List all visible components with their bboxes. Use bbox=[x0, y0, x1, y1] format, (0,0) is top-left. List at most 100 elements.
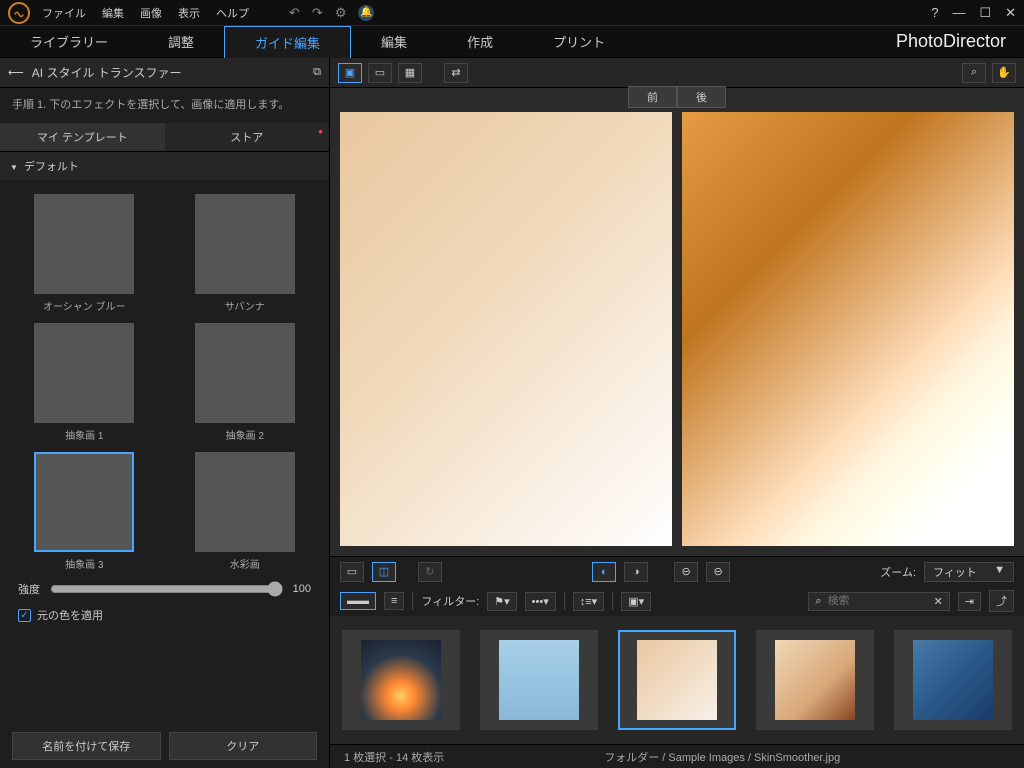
close-icon[interactable]: ✕ bbox=[1005, 5, 1016, 21]
film-thumb-2[interactable] bbox=[618, 630, 736, 730]
panel-subtabs: マイ テンプレート ストア● bbox=[0, 123, 329, 152]
tab-print[interactable]: プリント bbox=[523, 26, 635, 58]
preview-before-image[interactable] bbox=[340, 112, 672, 546]
view-controls: ▭ ◫ ↻ ◐ ◑ ⊖ ⊖ ズーム: フィット▼ bbox=[330, 556, 1024, 586]
save-as-button[interactable]: 名前を付けて保存 bbox=[12, 732, 161, 760]
section-default[interactable]: デフォルト bbox=[0, 152, 329, 180]
subtab-store[interactable]: ストア● bbox=[165, 123, 330, 151]
style-thumb-label: サバンナ bbox=[175, 298, 316, 313]
style-thumb-label: 抽象画 3 bbox=[14, 556, 155, 571]
export-icon[interactable]: ⇥ bbox=[958, 592, 981, 611]
zoom-select[interactable]: フィット▼ bbox=[924, 562, 1014, 582]
view-compare-icon[interactable]: ⇄ bbox=[444, 63, 468, 83]
orig-color-checkbox[interactable]: ✓ bbox=[18, 609, 31, 622]
preview-area: 前 後 bbox=[330, 88, 1024, 556]
style-thumb-2[interactable]: 抽象画 1 bbox=[14, 323, 155, 442]
search-box[interactable]: ⌕ ✕ bbox=[808, 592, 949, 611]
menu-image[interactable]: 画像 bbox=[140, 5, 162, 21]
pan-tool-icon[interactable]: ✋ bbox=[992, 63, 1016, 83]
status-selection: 1 枚選択 - 14 枚表示 bbox=[344, 749, 444, 765]
window-controls: ? — ☐ ✕ bbox=[931, 5, 1016, 21]
menu-view[interactable]: 表示 bbox=[178, 5, 200, 21]
filter-flag-icon[interactable]: ⚑▾ bbox=[487, 592, 516, 611]
style-thumb-4[interactable]: 抽象画 3 bbox=[14, 452, 155, 571]
layout-single-icon[interactable]: ▭ bbox=[340, 562, 364, 582]
menu-edit[interactable]: 編集 bbox=[102, 5, 124, 21]
view-fit-icon[interactable]: ▭ bbox=[368, 63, 392, 83]
minimize-icon[interactable]: — bbox=[952, 5, 965, 21]
preview-after-image[interactable] bbox=[682, 112, 1014, 546]
intensity-value: 100 bbox=[293, 583, 311, 595]
share-icon[interactable]: ⤴ bbox=[989, 590, 1014, 612]
compare-top-icon[interactable]: ⊖ bbox=[674, 562, 698, 582]
thumbsize-large-icon[interactable]: ▬▬ bbox=[340, 592, 376, 610]
sort-icon[interactable]: ↕≡▾ bbox=[573, 592, 604, 611]
menu-help[interactable]: ヘルプ bbox=[216, 5, 249, 21]
main-menu: ファイル 編集 画像 表示 ヘルプ bbox=[42, 5, 249, 21]
thumbsize-list-icon[interactable]: ≡ bbox=[384, 592, 404, 610]
compare-bottom-icon[interactable]: ⊖ bbox=[706, 562, 730, 582]
preview-panel: ▣ ▭ ▦ ⇄ ⌕ ✋ 前 後 ▭ ◫ ↻ ◐ ◑ ⊖ ⊖ bbox=[330, 58, 1024, 768]
mode-tabs: ライブラリー 調整 ガイド編集 編集 作成 プリント PhotoDirector bbox=[0, 26, 1024, 58]
tab-adjust[interactable]: 調整 bbox=[138, 26, 224, 58]
after-label: 後 bbox=[677, 86, 726, 108]
intensity-label: 強度 bbox=[18, 581, 40, 597]
back-icon[interactable]: ⟵ bbox=[8, 66, 24, 79]
status-path: フォルダー / Sample Images / SkinSmoother.jpg bbox=[604, 749, 840, 765]
quick-actions: ↶ ↷ ⚙ 🔔 bbox=[289, 5, 374, 21]
film-thumb-3[interactable] bbox=[756, 630, 874, 730]
film-thumb-4[interactable] bbox=[894, 630, 1012, 730]
tab-edit[interactable]: 編集 bbox=[351, 26, 437, 58]
filmstrip bbox=[330, 616, 1024, 744]
clear-button[interactable]: クリア bbox=[169, 732, 318, 760]
brand-label: PhotoDirector bbox=[896, 31, 1024, 52]
film-thumb-0[interactable] bbox=[342, 630, 460, 730]
title-bar: ファイル 編集 画像 表示 ヘルプ ↶ ↷ ⚙ 🔔 ? — ☐ ✕ bbox=[0, 0, 1024, 26]
style-thumb-0[interactable]: オーシャン ブルー bbox=[14, 194, 155, 313]
undo-icon[interactable]: ↶ bbox=[289, 5, 300, 21]
tab-create[interactable]: 作成 bbox=[437, 26, 523, 58]
filter-label: フィルター: bbox=[421, 593, 479, 609]
style-thumb-3[interactable]: 抽象画 2 bbox=[175, 323, 316, 442]
style-thumb-label: 抽象画 2 bbox=[175, 427, 316, 442]
clear-search-icon[interactable]: ✕ bbox=[934, 595, 943, 608]
instruction-text: 手順 1. 下のエフェクトを選択して、画像に適用します。 bbox=[0, 88, 329, 123]
style-thumb-label: オーシャン ブルー bbox=[14, 298, 155, 313]
help-icon[interactable]: ? bbox=[931, 5, 938, 21]
style-thumb-label: 水彩画 bbox=[175, 556, 316, 571]
search-icon: ⌕ bbox=[815, 595, 821, 608]
status-bar: 1 枚選択 - 14 枚表示 フォルダー / Sample Images / S… bbox=[330, 744, 1024, 768]
compare-side-icon[interactable]: ◐ bbox=[592, 562, 616, 582]
zoom-tool-icon[interactable]: ⌕ bbox=[962, 63, 986, 83]
layout-split-icon[interactable]: ◫ bbox=[372, 562, 396, 582]
app-logo bbox=[8, 2, 30, 24]
effects-panel: ⟵ AI スタイル トランスファー ⧉ 手順 1. 下のエフェクトを選択して、画… bbox=[0, 58, 330, 768]
filter-rating-icon[interactable]: •••▾ bbox=[525, 592, 556, 611]
film-thumb-1[interactable] bbox=[480, 630, 598, 730]
orig-color-label: 元の色を適用 bbox=[37, 607, 103, 623]
filter-bar: ▬▬ ≡ フィルター: ⚑▾ •••▾ ↕≡▾ ▣▾ ⌕ ✕ ⇥ ⤴ bbox=[330, 586, 1024, 616]
menu-file[interactable]: ファイル bbox=[42, 5, 86, 21]
settings-icon[interactable]: ⚙ bbox=[335, 5, 347, 21]
tab-guided[interactable]: ガイド編集 bbox=[224, 26, 351, 58]
compare-split-icon[interactable]: ◑ bbox=[624, 562, 648, 582]
popout-icon[interactable]: ⧉ bbox=[313, 66, 321, 79]
subtab-templates[interactable]: マイ テンプレート bbox=[0, 123, 165, 151]
panel-title: AI スタイル トランスファー bbox=[32, 64, 305, 81]
style-grid: オーシャン ブルー サバンナ抽象画 1 抽象画 2 抽象画 3 水彩画 bbox=[0, 180, 329, 575]
stack-icon[interactable]: ▣▾ bbox=[621, 592, 651, 611]
view-grid-icon[interactable]: ▦ bbox=[398, 63, 422, 83]
redo-icon[interactable]: ↷ bbox=[312, 5, 323, 21]
maximize-icon[interactable]: ☐ bbox=[979, 5, 991, 21]
style-thumb-label: 抽象画 1 bbox=[14, 427, 155, 442]
search-input[interactable] bbox=[828, 595, 928, 607]
style-thumb-1[interactable]: サバンナ bbox=[175, 194, 316, 313]
zoom-label: ズーム: bbox=[880, 564, 916, 580]
style-thumb-5[interactable]: 水彩画 bbox=[175, 452, 316, 571]
view-single-icon[interactable]: ▣ bbox=[338, 63, 362, 83]
rotate-icon[interactable]: ↻ bbox=[418, 562, 442, 582]
intensity-slider[interactable] bbox=[50, 581, 283, 597]
before-label: 前 bbox=[628, 86, 677, 108]
notification-icon[interactable]: 🔔 bbox=[358, 5, 374, 21]
tab-library[interactable]: ライブラリー bbox=[0, 26, 138, 58]
